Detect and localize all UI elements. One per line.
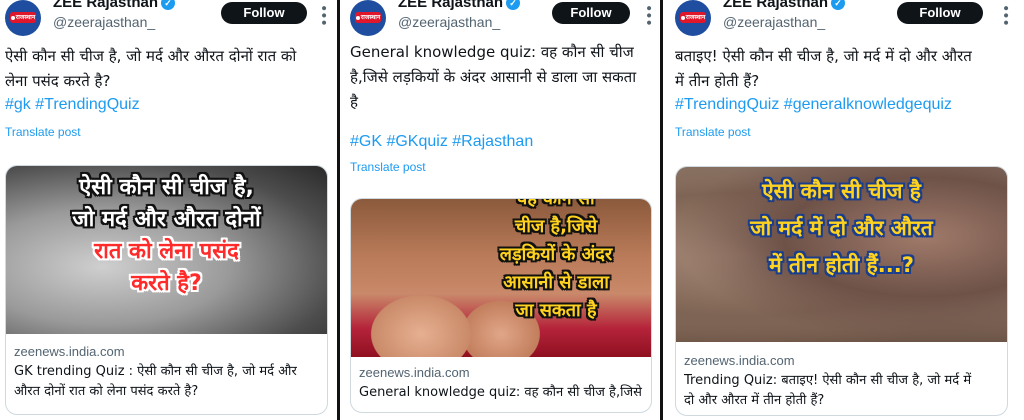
hashtags[interactable]: #gk #TrendingQuiz [5, 96, 140, 114]
tweet-header: राजस्थान ZEE Rajasthan ✓ @zeerajasthan_ F… [5, 0, 331, 38]
follow-button[interactable]: Follow [552, 2, 630, 24]
avatar[interactable]: राजस्थान [350, 0, 386, 36]
card-image[interactable]: वह कौन सी चीज है,जिसे लड़कियों के अंदर आ… [351, 199, 651, 357]
avatar-badge: राजस्थान [10, 12, 36, 23]
image-text-line: ऐसी कौन सी चीज है, [79, 175, 254, 200]
panel-divider [660, 0, 663, 420]
hashtags[interactable]: #TrendingQuiz #generalknowledgequiz [675, 96, 952, 114]
card-image-text: ऐसी कौन सी चीज है, जो मर्द और औरत दोनों … [6, 172, 327, 300]
more-options-icon[interactable]: ••• [315, 4, 331, 26]
tweet-panel-1: राजस्थान ZEE Rajasthan ✓ @zeerajasthan_ F… [0, 0, 337, 420]
account-name[interactable]: ZEE Rajasthan ✓ [53, 0, 176, 11]
account-handle[interactable]: @zeerajasthan_ [53, 14, 155, 30]
card-title-line: General knowledge quiz: वह कौन सी चीज है… [359, 385, 642, 400]
tweet-header: राजस्थान ZEE Rajasthan ✓ @zeerajasthan_ F… [675, 0, 1016, 38]
more-options-icon[interactable]: ••• [997, 4, 1013, 26]
image-text-line: में तीन होती हैं...? [769, 252, 914, 277]
card-domain: zeenews.india.com [359, 365, 470, 380]
tweet-text-line: बताइए! ऐसी कौन सी चीज है, जो मर्द में दो… [675, 47, 972, 65]
avatar-badge: राजस्थान [355, 12, 381, 23]
tweet-header: राजस्थान ZEE Rajasthan ✓ @zeerajasthan_ F… [350, 0, 656, 38]
hashtags[interactable]: #GK #GKquiz #Rajasthan [350, 133, 533, 151]
tweet-text-line: है [350, 93, 358, 111]
tweet-text: ऐसी कौन सी चीज है, जो मर्द और औरत दोनों … [5, 44, 296, 94]
account-name[interactable]: ZEE Rajasthan ✓ [723, 0, 846, 11]
avatar[interactable]: राजस्थान [5, 0, 41, 36]
image-text-line: रात को लेना पसंद [94, 238, 239, 264]
follow-button[interactable]: Follow [221, 2, 307, 24]
tweet-text-line: लेना पसंद करते है? [5, 72, 111, 90]
tweet-panel-2: राजस्थान ZEE Rajasthan ✓ @zeerajasthan_ F… [340, 0, 660, 420]
translate-post-link[interactable]: Translate post [5, 125, 81, 139]
image-text-line: आसानी से डाला [503, 271, 609, 293]
image-text-line: चीज है,जिसे [514, 215, 598, 237]
card-title-line: Trending Quiz: बताइए! ऐसी कौन सी चीज है,… [684, 373, 972, 388]
translate-post-link[interactable]: Translate post [350, 160, 426, 174]
tweet-text-line: में तीन होती हैं? [675, 72, 760, 90]
image-text-line: वह कौन सी [461, 199, 651, 213]
link-card[interactable]: वह कौन सी चीज है,जिसे लड़कियों के अंदर आ… [350, 198, 652, 413]
avatar-badge: राजस्थान [680, 12, 706, 23]
tweet-text: General knowledge quiz: वह कौन सी चीज है… [350, 40, 636, 115]
card-title-line: GK trending Quiz : ऐसी कौन सी चीज है, जो… [14, 364, 297, 379]
verified-badge-icon: ✓ [161, 0, 176, 10]
tweet-text-line: General knowledge quiz: वह कौन सी चीज [350, 43, 634, 61]
account-name[interactable]: ZEE Rajasthan ✓ [398, 0, 521, 11]
more-options-icon[interactable]: ••• [640, 4, 656, 26]
translate-post-link[interactable]: Translate post [675, 125, 751, 139]
card-title: GK trending Quiz : ऐसी कौन सी चीज है, जो… [14, 362, 321, 402]
card-domain: zeenews.india.com [14, 344, 125, 359]
card-image-text: ऐसी कौन सी चीज है जो मर्द में दो और औरत … [676, 173, 1007, 283]
tweet-panel-3: राजस्थान ZEE Rajasthan ✓ @zeerajasthan_ F… [664, 0, 1024, 420]
card-title-line: दो और औरत में तीन होती हैं? [684, 393, 825, 408]
tweet-text-line: ऐसी कौन सी चीज है, जो मर्द और औरत दोनों … [5, 47, 297, 65]
image-text-line: ऐसी कौन सी चीज है [762, 179, 921, 203]
follow-button[interactable]: Follow [897, 2, 983, 24]
account-handle[interactable]: @zeerajasthan_ [398, 14, 500, 30]
tweet-text-line: है,जिसे लड़कियों के अंदर आसानी से डाला ज… [350, 68, 637, 86]
card-title: General knowledge quiz: वह कौन सी चीज है… [359, 383, 645, 403]
account-handle[interactable]: @zeerajasthan_ [723, 14, 825, 30]
card-title-line: औरत दोनों रात को लेना पसंद करते है? [14, 384, 199, 399]
card-image-text: वह कौन सी चीज है,जिसे लड़कियों के अंदर आ… [461, 199, 651, 324]
link-card[interactable]: ऐसी कौन सी चीज है जो मर्द में दो और औरत … [675, 166, 1008, 416]
image-text-line: जो मर्द में दो और औरत [750, 215, 933, 240]
avatar[interactable]: राजस्थान [675, 0, 711, 36]
verified-badge-icon: ✓ [831, 0, 846, 10]
card-domain: zeenews.india.com [684, 353, 795, 368]
image-text-line: लड़कियों के अंदर [499, 243, 613, 265]
tweet-text: बताइए! ऐसी कौन सी चीज है, जो मर्द में दो… [675, 44, 972, 94]
image-text-line: जो मर्द और औरत दोनों [72, 206, 261, 232]
image-text-line: करते है? [131, 270, 202, 296]
card-image[interactable]: ऐसी कौन सी चीज है, जो मर्द और औरत दोनों … [6, 166, 327, 334]
card-title: Trending Quiz: बताइए! ऐसी कौन सी चीज है,… [684, 371, 1001, 411]
card-image[interactable]: ऐसी कौन सी चीज है जो मर्द में दो और औरत … [676, 167, 1007, 342]
image-text-line: जा सकता है [515, 299, 597, 321]
link-card[interactable]: ऐसी कौन सी चीज है, जो मर्द और औरत दोनों … [5, 165, 328, 415]
verified-badge-icon: ✓ [506, 0, 521, 10]
